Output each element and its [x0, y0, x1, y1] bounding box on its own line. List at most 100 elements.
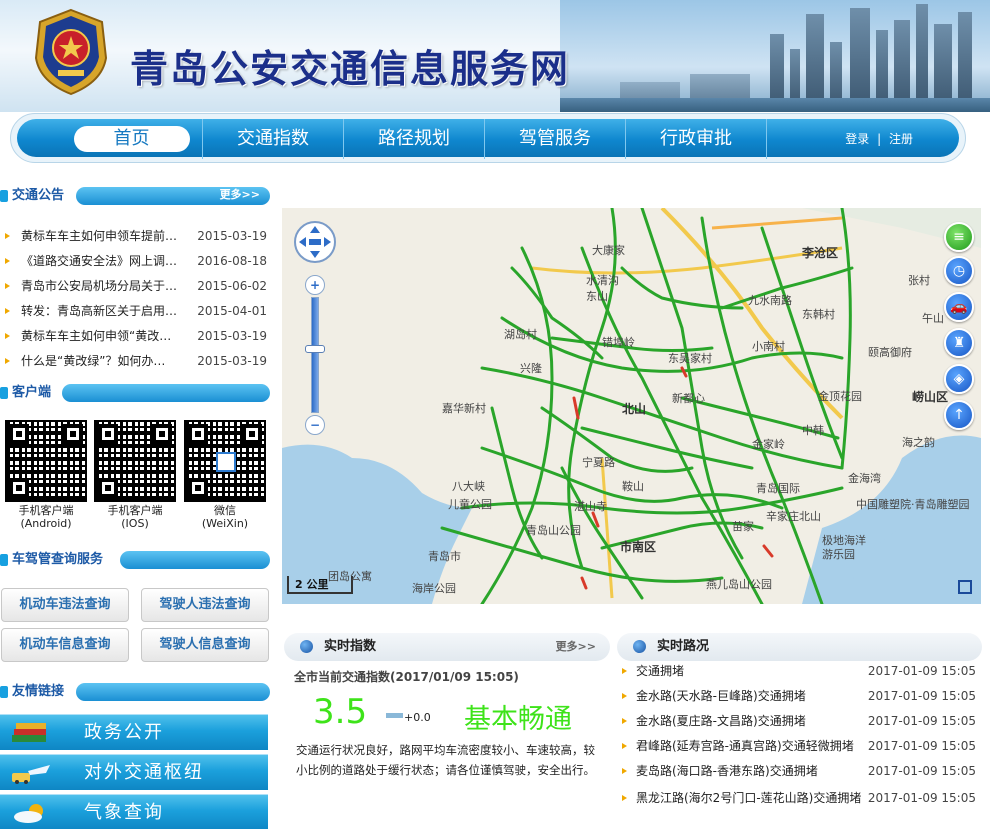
map-top-button[interactable]: ↑	[944, 400, 974, 430]
map-label: 李沧区	[802, 246, 839, 260]
traffic-road	[840, 208, 852, 470]
traffic-map[interactable]: + − ≡ ◷ 🚗 ♜ ◈ ↑ 2 公里 李沧区 崂山区 大康家 水清沟 东山 …	[282, 208, 981, 604]
notice-list: 黄标车车主如何申领车提前… 2015-03-19 《道路交通安全法》网上调… 201…	[5, 224, 267, 374]
driver-violation-button[interactable]: 驾驶人违法查询	[141, 588, 269, 622]
register-link[interactable]: 注册	[889, 132, 913, 146]
vehicle-violation-button[interactable]: 机动车违法查询	[1, 588, 129, 622]
traffic-road	[700, 216, 824, 604]
map-clock-button[interactable]: ◷	[944, 256, 974, 286]
notice-link[interactable]: 什么是“黄改绿”？如何办…	[21, 349, 181, 374]
map-label: 小南村	[752, 340, 785, 353]
map-label: 海岸公园	[412, 582, 456, 595]
driver-title: 车驾管查询服务	[0, 550, 103, 570]
qr-android[interactable]: 手机客户端 (Android)	[5, 420, 87, 530]
list-item: 金水路(天水路-巨峰路)交通拥堵 2017-01-09 15:05	[620, 684, 978, 709]
notice-link[interactable]: 黄标车车主如何申领车提前…	[21, 224, 181, 249]
index-delta: +0.0	[404, 711, 431, 724]
zoom-slider-track[interactable]	[311, 297, 319, 413]
road-list: 交通拥堵 2017-01-09 15:05 金水路(天水路-巨峰路)交通拥堵 201…	[620, 659, 978, 811]
road-link[interactable]: 交通拥堵	[636, 659, 684, 684]
client-header: 客户端	[0, 383, 270, 403]
index-header: 实时指数 更多>>	[284, 633, 610, 661]
login-link[interactable]: 登录	[845, 132, 869, 146]
map-label: 新都心	[672, 392, 705, 405]
zoom-slider-handle[interactable]	[305, 345, 325, 353]
index-trend-icon	[386, 713, 403, 718]
login-register: 登录 | 注册	[845, 119, 913, 159]
qr-weixin[interactable]: 微信 (WeiXin)	[184, 420, 266, 530]
road-time: 2017-01-09 15:05	[867, 664, 976, 678]
link-gov-affairs[interactable]: 政务公开	[0, 714, 268, 750]
map-label: 大康家	[592, 244, 625, 257]
map-label: 中国雕塑院·青岛雕塑园	[856, 498, 970, 511]
map-label: 海之韵	[902, 436, 935, 449]
driver-info-button[interactable]: 驾驶人信息查询	[141, 628, 269, 662]
road-link[interactable]: 金水路(天水路-巨峰路)交通拥堵	[636, 684, 806, 709]
notice-link[interactable]: 黄标车车主如何申领“黄改…	[21, 324, 181, 349]
nav-home[interactable]: 首页	[61, 119, 202, 159]
map-pan-control[interactable]	[293, 220, 337, 264]
zoom-out-button[interactable]: −	[305, 415, 325, 435]
map-bus-button[interactable]: ◈	[944, 364, 974, 394]
map-label: 崂山区	[912, 390, 949, 404]
nav-admin-approval[interactable]: 行政审批	[625, 119, 766, 159]
map-label: 东韩村	[802, 308, 835, 321]
map-layers-button[interactable]: ≡	[944, 222, 974, 252]
bus-icon: ◈	[953, 371, 965, 387]
map-walk-button[interactable]: ♜	[944, 328, 974, 358]
notice-link[interactable]: 青岛市公安局机场分局关于…	[21, 274, 181, 299]
notice-more-link[interactable]: 更多>>	[220, 186, 260, 204]
notice-link[interactable]: 《道路交通安全法》网上调…	[21, 249, 181, 274]
road-link[interactable]: 麦岛路(海口路-香港东路)交通拥堵	[636, 759, 818, 784]
bullet-icon	[633, 640, 646, 653]
road-link[interactable]: 黑龙江路(海尔2号门口-莲花山路)交通拥堵	[636, 786, 861, 811]
qr-sub: (WeiXin)	[201, 517, 249, 530]
road-link[interactable]: 君峰路(延寿宫路-通真宫路)交通轻微拥堵	[636, 734, 854, 759]
list-item: 《道路交通安全法》网上调… 2016-08-18	[5, 249, 267, 274]
notice-date: 2015-03-19	[197, 354, 267, 368]
index-more-link[interactable]: 更多>>	[556, 633, 596, 661]
traffic-road	[480, 366, 844, 470]
links-title: 友情链接	[0, 682, 64, 702]
map-label: 青岛国际	[756, 482, 800, 495]
map-label: 青岛市	[428, 550, 461, 563]
map-label: 九水南路	[748, 294, 792, 307]
login-separator: |	[877, 132, 882, 146]
notice-header: 交通公告 更多>>	[0, 186, 270, 206]
qr-label: 手机客户端	[107, 504, 163, 517]
map-label: 湛山寺	[574, 500, 607, 513]
bullet-icon	[300, 640, 313, 653]
link-label: 气象查询	[84, 802, 164, 823]
map-label: 金海湾	[848, 472, 881, 485]
index-description: 交通运行状况良好，路网平均车流密度较小、车速较高，较小比例的道路处于缓行状态；请…	[296, 743, 595, 777]
map-label: 兴隆	[520, 362, 542, 375]
vehicle-info-button[interactable]: 机动车信息查询	[1, 628, 129, 662]
list-item: 金水路(夏庄路-文昌路)交通拥堵 2017-01-09 15:05	[620, 709, 978, 734]
list-item: 转发：青岛高新区关于启用… 2015-04-01	[5, 299, 267, 324]
road-time: 2017-01-09 15:05	[867, 714, 976, 728]
map-car-button[interactable]: 🚗	[944, 292, 974, 322]
weather-icon	[14, 804, 43, 823]
link-weather[interactable]: 气象查询	[0, 794, 268, 829]
link-transport-hub[interactable]: 对外交通枢纽	[0, 754, 268, 790]
nav-route-planning[interactable]: 路径规划	[343, 119, 484, 159]
notice-link[interactable]: 转发：青岛高新区关于启用…	[21, 299, 181, 324]
road-link[interactable]: 金水路(夏庄路-文昌路)交通拥堵	[636, 709, 806, 734]
map-label: 青岛山公园	[526, 524, 581, 537]
zoom-in-button[interactable]: +	[305, 275, 325, 295]
police-emblem-icon	[34, 8, 108, 96]
city-skyline-banner	[560, 0, 990, 112]
map-fullscreen-button[interactable]	[958, 580, 972, 594]
qr-ios[interactable]: 手机客户端 (IOS)	[94, 420, 176, 530]
books-icon	[12, 723, 46, 742]
car-icon: 🚗	[950, 299, 968, 315]
map-label: 张村	[908, 274, 930, 287]
nav-traffic-index[interactable]: 交通指数	[202, 119, 343, 159]
map-label: 嘉华新村	[442, 402, 486, 415]
list-item: 青岛市公安局机场分局关于… 2015-06-02	[5, 274, 267, 299]
link-label: 对外交通枢纽	[84, 762, 204, 783]
road-time: 2017-01-09 15:05	[867, 764, 976, 778]
list-item: 什么是“黄改绿”？如何办… 2015-03-19	[5, 349, 267, 374]
nav-driver-service[interactable]: 驾管服务	[484, 119, 625, 159]
traffic-road	[440, 526, 724, 583]
